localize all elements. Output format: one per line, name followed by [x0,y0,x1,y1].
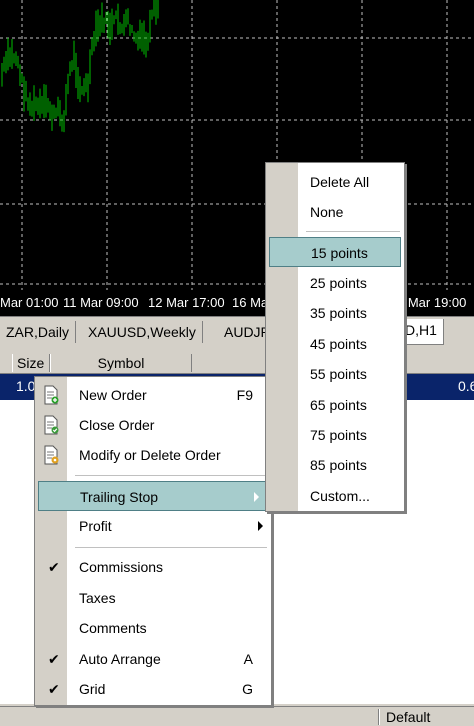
submenu-item-none[interactable]: None [266,197,404,227]
menu-item-profit[interactable]: Profit [35,511,271,541]
status-separator [378,709,380,725]
menu-item-label: None [310,204,344,220]
column-symbol[interactable]: Symbol [50,354,192,372]
menu-item-label: Trailing Stop [80,489,159,505]
menu-item-label: Auto Arrange [79,651,161,667]
menu-item-label: Grid [79,681,106,697]
menu-item-label: New Order [79,387,147,403]
menu-item-grid[interactable]: ✔ Grid G [35,674,271,704]
submenu-item-delete-all[interactable]: Delete All [266,167,404,197]
menu-item-commissions[interactable]: ✔ Commissions [35,552,271,582]
menu-item-auto-arrange[interactable]: ✔ Auto Arrange A [35,644,271,674]
metatrader-window: Mar 01:00 11 Mar 09:00 12 Mar 17:00 16 M… [0,0,474,726]
menu-item-taxes[interactable]: Taxes [35,583,271,613]
profile-label: Default [386,709,431,725]
order-value: 0.6 [458,378,474,394]
menu-item-close-order[interactable]: Close Order [35,410,271,440]
menu-item-label: Commissions [79,559,164,575]
time-label: 12 Mar 17:00 [148,295,225,310]
menu-item-comments[interactable]: Comments [35,613,271,643]
modify-order-icon [44,445,59,465]
submenu-item-75-points[interactable]: 75 points [266,420,404,450]
menu-item-label: 15 points [311,245,368,261]
menu-item-new-order[interactable]: New Order F9 [35,380,271,410]
menu-item-label: 35 points [310,305,367,321]
submenu-item-15-points[interactable]: 15 points [269,237,401,267]
checkmark-icon: ✔ [48,681,60,697]
menu-item-label: Close Order [79,417,155,433]
terminal-context-menu: New Order F9 Close Order Modify or Delet… [34,376,272,706]
tab-zar-daily[interactable]: ZAR,Daily [0,321,77,343]
menu-item-label: Modify or Delete Order [79,447,221,463]
close-order-icon [44,415,59,435]
menu-item-label: 45 points [310,336,367,352]
submenu-item-25-points[interactable]: 25 points [266,268,404,298]
menu-item-label: 75 points [310,427,367,443]
checkmark-icon: ✔ [48,651,60,667]
menu-item-shortcut: A [243,651,253,667]
menu-separator [75,547,267,548]
menu-item-label: Taxes [79,590,116,606]
menu-item-label: Profit [79,518,112,534]
tab-xauusd-weekly[interactable]: XAUUSD,Weekly [82,321,203,343]
menu-separator [306,231,400,232]
menu-item-modify-order[interactable]: Modify or Delete Order [35,440,271,470]
menu-item-trailing-stop[interactable]: Trailing Stop [38,481,268,511]
time-label: 8 Mar 19:00 [397,295,467,310]
menu-item-label: Comments [79,620,147,636]
submenu-item-45-points[interactable]: 45 points [266,329,404,359]
submenu-item-custom[interactable]: Custom... [266,481,404,511]
menu-item-label: Custom... [310,488,370,504]
new-order-icon [44,385,59,405]
status-bar: Default [0,706,474,726]
menu-item-shortcut: G [242,681,253,697]
submenu-item-65-points[interactable]: 65 points [266,390,404,420]
menu-item-label: Delete All [310,174,370,190]
trailing-stop-submenu: Delete All None 15 points 25 points 35 p… [265,162,405,512]
checkmark-icon: ✔ [48,559,60,575]
submenu-item-55-points[interactable]: 55 points [266,359,404,389]
order-size: 1.0 [16,378,36,394]
menu-item-shortcut: F9 [236,387,253,403]
time-label: 16 Ma [232,295,269,310]
menu-item-label: 65 points [310,397,367,413]
menu-item-label: 85 points [310,457,367,473]
time-label: Mar 01:00 [0,295,59,310]
menu-item-label: 25 points [310,275,367,291]
time-label: 11 Mar 09:00 [63,295,139,310]
column-size[interactable]: Size [12,354,50,372]
submenu-item-35-points[interactable]: 35 points [266,298,404,328]
submenu-arrow-icon [254,492,259,502]
submenu-arrow-icon [258,521,263,531]
submenu-item-85-points[interactable]: 85 points [266,450,404,480]
menu-item-label: 55 points [310,366,367,382]
menu-separator [75,475,267,476]
